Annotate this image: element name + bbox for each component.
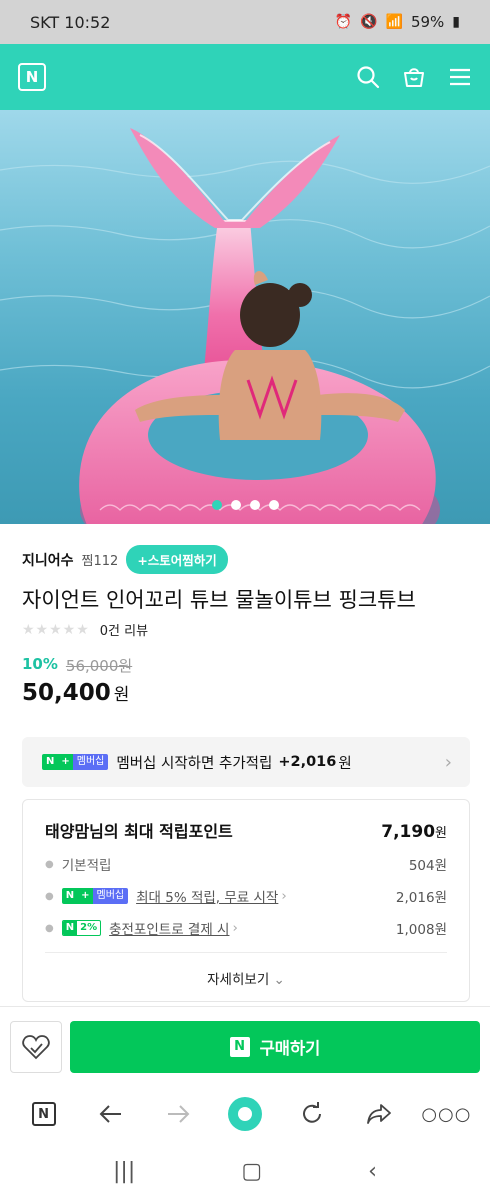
rating-stars: ★★★★★ [22,621,90,638]
nplus-membership-badge: N + 멤버십 [61,888,129,904]
status-icons: ⏰ 🔇 📶 59% ▮ [335,13,460,31]
original-price: 56,000원 [65,657,133,675]
npay-badge: N 2% [61,920,102,936]
recent-apps-icon[interactable]: ||| [113,1159,135,1184]
zzim-count: 찜112 [81,554,119,569]
discount-row: 10% 56,000원 [22,655,132,676]
home-icon[interactable]: ▢ [241,1159,262,1184]
more-icon: ○○○ [421,1103,472,1125]
carrier-time: SKT 10:52 [30,12,111,32]
share-icon [367,1104,392,1124]
points-line-basic: ● 기본적립 504원 [45,858,447,874]
product-image-carousel[interactable] [0,110,490,524]
naver-logo-button[interactable]: N [18,63,46,91]
carousel-dot[interactable] [268,500,279,510]
charge-points-link[interactable]: 충전포인트로 결제 시 [109,918,229,938]
status-bar: SKT 10:52 ⏰ 🔇 📶 59% ▮ [0,0,490,44]
carousel-dot[interactable] [249,500,260,510]
points-title: 태양맘님의 최대 적립포인트 [45,822,233,841]
top-nav: N [0,44,490,110]
points-line-membership[interactable]: ● N + 멤버십 최대 5% 적립, 무료 시작 › 2,016원 [45,886,447,906]
search-icon[interactable] [356,65,380,89]
arrow-right-icon [167,1105,190,1123]
arrow-left-icon [99,1105,121,1123]
system-nav-bar: ||| ▢ ‹ [0,1142,490,1200]
bullet-icon: ● [45,858,54,870]
browser-home-logo-button[interactable]: N [24,1094,64,1134]
shopping-bag-icon[interactable] [402,65,426,89]
buy-button-label: 구매하기 [259,1038,321,1058]
points-card: 태양맘님의 최대 적립포인트 7,190원 ● 기본적립 504원 ● N + … [22,799,470,1002]
product-title: 자이언트 인어꼬리 튜브 물놀이튜브 핑크튜브 [22,588,416,612]
chevron-right-icon: › [281,888,287,904]
more-button[interactable]: ○○○ [421,1094,470,1134]
buy-button[interactable]: N 구매하기 [70,1020,480,1073]
membership-amount: +2,016 [278,754,337,770]
chevron-right-icon: › [444,751,452,773]
discount-rate: 10% [22,655,58,673]
review-count-link[interactable]: 0건 리뷰 [100,620,148,639]
bullet-icon: ● [45,890,54,902]
back-icon[interactable]: ‹ [368,1159,377,1184]
price-unit: 원 [113,685,130,705]
battery-level: 59% [410,13,445,31]
green-dot-button[interactable] [225,1094,265,1134]
purchase-bar: N 구매하기 [0,1006,490,1086]
naver-pay-logo: N [229,1036,250,1057]
nplus-membership-badge: N + 멤버십 [42,754,109,770]
points-total: 7,190원 [381,822,447,842]
bullet-icon: ● [45,922,54,934]
membership-unit: 원 [338,755,352,772]
green-dot-icon [227,1097,262,1131]
store-follow-button[interactable]: +스토어찜하기 [126,545,228,574]
membership-points-link[interactable]: 최대 5% 적립, 무료 시작 [136,886,278,906]
wishlist-button[interactable] [10,1020,62,1073]
sale-price: 50,400 [22,680,111,706]
rating-row: ★★★★★ 0건 리뷰 [22,620,148,640]
menu-icon[interactable] [448,65,472,89]
store-info: 지니어수 찜112 +스토어찜하기 [22,545,228,574]
product-photo [0,128,490,524]
carousel-dot[interactable] [230,500,241,510]
carousel-dot[interactable] [211,500,222,510]
points-line-charge[interactable]: ● N 2% 충전포인트로 결제 시 › 1,008원 [45,918,447,938]
wifi-icon: 📶 [385,14,403,30]
chevron-right-icon: › [232,920,238,936]
heart-check-icon [22,1034,50,1059]
browser-toolbar: N ○○○ [0,1086,490,1142]
membership-banner[interactable]: N + 멤버십 멤버십 시작하면 추가적립 +2,016 원 › [22,737,470,787]
mute-icon: 🔇 [360,14,378,30]
forward-button[interactable] [158,1094,198,1134]
refresh-button[interactable] [292,1094,332,1134]
store-name[interactable]: 지니어수 [22,550,74,570]
price-row: 50,400 원 [22,680,129,706]
back-button[interactable] [91,1094,131,1134]
battery-icon: ▮ [452,14,460,30]
detail-more-button[interactable]: 자세히보기 ⌄ [23,968,469,988]
share-button[interactable] [359,1094,399,1134]
carousel-indicator [0,500,490,510]
divider [45,952,447,953]
alarm-icon: ⏰ [334,14,353,30]
refresh-icon [303,1102,322,1123]
membership-text: 멤버십 시작하면 추가적립 [116,755,273,772]
chevron-down-icon: ⌄ [273,972,285,988]
